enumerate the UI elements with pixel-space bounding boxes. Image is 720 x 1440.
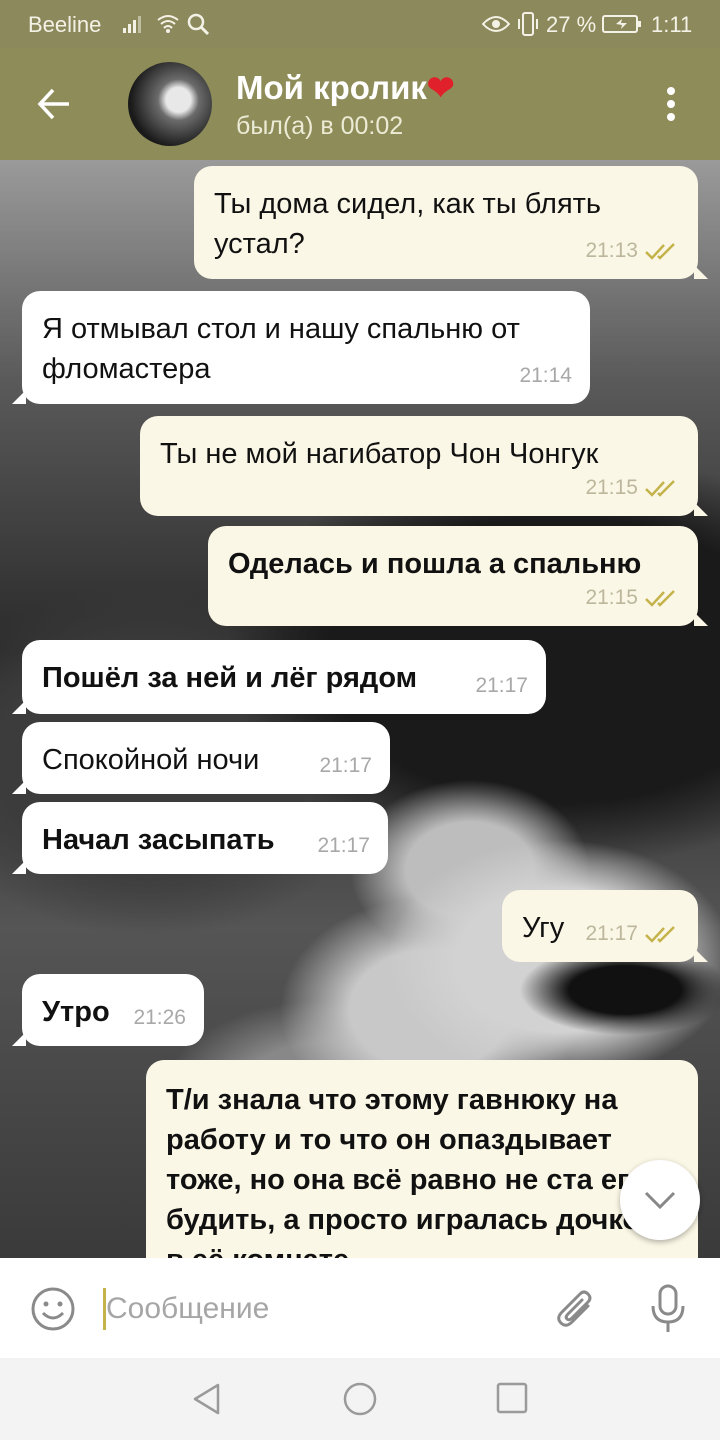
clock: 1:11 xyxy=(651,12,693,37)
attach-icon[interactable] xyxy=(554,1286,598,1334)
nav-recent-apps-icon[interactable] xyxy=(496,1382,528,1414)
message-bubble-incoming[interactable]: Я отмывал стол и нашу спальню от фломаст… xyxy=(12,291,590,404)
more-options-icon[interactable] xyxy=(656,84,686,124)
contact-name-text: Мой кролик xyxy=(236,69,427,106)
message-bubble-outgoing[interactable]: Ты дома сидел, как ты блять устал? 21:13 xyxy=(194,166,708,279)
wifi-icon xyxy=(157,15,179,33)
message-time: 21:17 xyxy=(475,674,528,697)
contact-avatar[interactable] xyxy=(128,62,212,146)
message-text: Спокойной ночи xyxy=(42,744,260,776)
status-bar: Beeline 27 % 1:11 xyxy=(0,0,720,48)
heart-emoji: ❤ xyxy=(426,69,455,106)
chat-header: Мой кролик❤ был(а) в 00:02 xyxy=(0,48,720,160)
message-meta: 21:17 xyxy=(475,666,528,706)
message-bubble-incoming[interactable]: Утро 21:26 xyxy=(12,974,204,1046)
message-bubble-incoming[interactable]: Пошёл за ней и лёг рядом 21:17 xyxy=(12,640,546,714)
message-time: 21:17 xyxy=(585,922,638,945)
eye-icon xyxy=(482,16,510,32)
signal-icon xyxy=(123,16,141,33)
message-text: Угу xyxy=(522,912,565,944)
nav-back-icon[interactable] xyxy=(190,1382,224,1416)
message-text: Пошёл за ней и лёг рядом xyxy=(42,662,418,694)
message-time: 21:17 xyxy=(319,754,372,777)
message-time: 21:14 xyxy=(519,364,572,387)
message-text: Оделась и пошла а спальню xyxy=(228,548,642,580)
emoji-icon[interactable] xyxy=(30,1286,76,1332)
message-composer xyxy=(0,1258,720,1358)
message-text: Ты дома сидел, как ты блять устал? xyxy=(214,188,602,260)
message-time: 21:13 xyxy=(585,239,638,262)
message-meta: 21:17 xyxy=(585,914,680,954)
nav-home-icon[interactable] xyxy=(342,1381,378,1417)
carrier-label: Beeline xyxy=(28,12,102,37)
message-meta: 21:17 xyxy=(319,746,372,786)
vibrate-icon xyxy=(518,12,538,36)
last-seen-status: был(а) в 00:02 xyxy=(236,112,404,140)
message-time: 21:15 xyxy=(585,476,638,499)
message-meta: 21:13 xyxy=(585,231,680,271)
message-text: Т/и знала что этому гавнюку на работу и … xyxy=(166,1084,659,1258)
message-time: 21:26 xyxy=(133,1006,186,1029)
search-icon xyxy=(187,13,210,36)
contact-name[interactable]: Мой кролик❤ xyxy=(236,68,455,107)
message-input[interactable] xyxy=(106,1288,506,1330)
message-meta: 21:17 xyxy=(317,826,370,866)
double-check-icon xyxy=(645,480,675,497)
back-arrow-icon[interactable] xyxy=(36,86,72,122)
message-text: Утро xyxy=(42,996,110,1028)
message-bubble-incoming[interactable]: Спокойной ночи 21:17 xyxy=(12,722,390,794)
battery-icon xyxy=(602,15,641,33)
microphone-icon[interactable] xyxy=(648,1284,688,1334)
message-bubble-outgoing[interactable]: Угу 21:17 xyxy=(502,890,708,962)
message-text: Ты не мой нагибатор Чон Чонгук xyxy=(160,438,599,470)
message-meta: 21:14 xyxy=(519,356,572,396)
message-text: Начал засыпать xyxy=(42,824,275,856)
message-bubble-incoming[interactable]: Начал засыпать 21:17 xyxy=(12,802,388,874)
message-bubble-outgoing[interactable]: Ты не мой нагибатор Чон Чонгук 21:15 xyxy=(140,416,708,516)
message-time: 21:15 xyxy=(585,586,638,609)
double-check-icon xyxy=(645,590,675,607)
chat-area[interactable]: Ты дома сидел, как ты блять устал? 21:13… xyxy=(0,160,720,1258)
scroll-down-button[interactable] xyxy=(620,1160,700,1240)
message-bubble-outgoing[interactable]: Т/и знала что этому гавнюку на работу и … xyxy=(146,1060,698,1258)
message-meta: 21:15 xyxy=(585,468,680,508)
battery-percent: 27 % xyxy=(546,12,597,37)
message-meta: 21:26 xyxy=(133,998,186,1038)
double-check-icon xyxy=(645,926,675,943)
message-text: Я отмывал стол и нашу спальню от фломаст… xyxy=(42,313,520,385)
message-meta: 21:15 xyxy=(585,578,680,618)
system-nav-bar xyxy=(0,1358,720,1440)
double-check-icon xyxy=(645,243,675,260)
message-bubble-outgoing[interactable]: Оделась и пошла а спальню 21:15 xyxy=(208,526,708,626)
message-time: 21:17 xyxy=(317,834,370,857)
